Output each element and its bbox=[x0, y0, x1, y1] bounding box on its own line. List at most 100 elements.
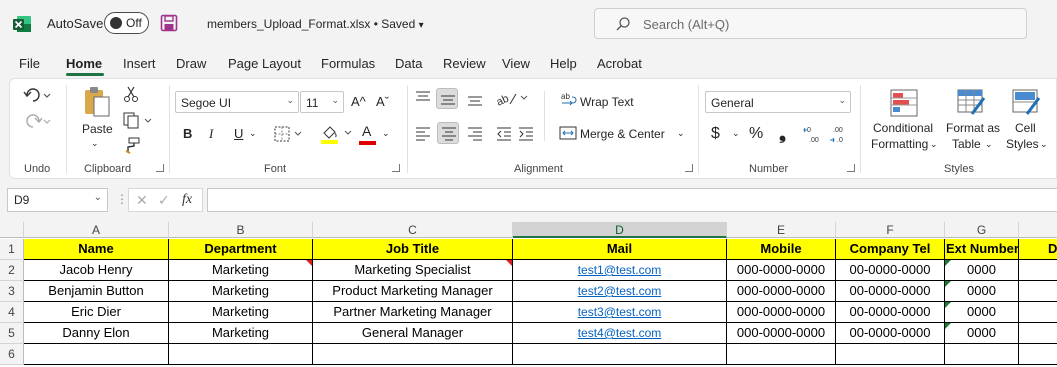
tab-insert[interactable]: Insert bbox=[123, 56, 156, 71]
cell-d4[interactable]: test3@test.com bbox=[513, 302, 727, 323]
tab-file[interactable]: File bbox=[19, 56, 40, 71]
header-cell-h[interactable]: D bbox=[1019, 239, 1057, 260]
cell-c3[interactable]: Product Marketing Manager bbox=[313, 281, 513, 302]
copy-icon[interactable] bbox=[123, 111, 153, 129]
select-all-corner[interactable] bbox=[0, 222, 24, 238]
column-header-f[interactable]: F bbox=[836, 222, 945, 238]
number-format-select[interactable]: General ⌄ bbox=[705, 91, 851, 113]
header-cell-mail[interactable]: Mail bbox=[513, 239, 727, 260]
row-header-6[interactable]: 6 bbox=[0, 344, 24, 365]
cell-d3[interactable]: test2@test.com bbox=[513, 281, 727, 302]
cell-h2[interactable] bbox=[1019, 260, 1057, 281]
comment-indicator-icon[interactable] bbox=[306, 260, 312, 266]
dialog-launcher-icon[interactable] bbox=[156, 164, 164, 172]
format-painter-icon[interactable] bbox=[123, 136, 141, 154]
spreadsheet-grid[interactable]: A B C D E F G 1 2 3 4 5 6 Name Departmen… bbox=[0, 222, 1057, 367]
chevron-down-icon[interactable]: ⌄ bbox=[1040, 139, 1048, 150]
cell-b3[interactable]: Marketing bbox=[169, 281, 313, 302]
paste-icon[interactable] bbox=[82, 85, 112, 119]
cell-f2[interactable]: 00-0000-0000 bbox=[836, 260, 945, 281]
cell-e3[interactable]: 000-0000-0000 bbox=[727, 281, 836, 302]
column-header-c[interactable]: C bbox=[313, 222, 513, 238]
conditional-formatting-icon[interactable] bbox=[889, 88, 919, 118]
error-indicator-icon[interactable] bbox=[945, 281, 951, 287]
tab-formulas[interactable]: Formulas bbox=[321, 56, 375, 71]
font-name-select[interactable]: Segoe UI ⌄ bbox=[175, 91, 299, 113]
cell-f3[interactable]: 00-0000-0000 bbox=[836, 281, 945, 302]
cell-a3[interactable]: Benjamin Button bbox=[24, 281, 169, 302]
comment-indicator-icon[interactable] bbox=[506, 260, 512, 266]
orientation-icon[interactable]: ab bbox=[496, 89, 530, 107]
cell-g5[interactable]: 0000 bbox=[945, 323, 1019, 344]
more-options-icon[interactable]: ⋮ bbox=[116, 192, 128, 206]
tab-acrobat[interactable]: Acrobat bbox=[597, 56, 642, 71]
cell-styles-label-line2[interactable]: Styles bbox=[1006, 137, 1039, 151]
row-header-5[interactable]: 5 bbox=[0, 323, 24, 344]
chevron-down-icon[interactable]: ⌄ bbox=[985, 139, 993, 150]
decrease-decimal-icon[interactable]: .00.0 bbox=[829, 124, 849, 144]
currency-button[interactable]: $ bbox=[711, 125, 720, 143]
cell-g3[interactable]: 0000 bbox=[945, 281, 1019, 302]
cell-styles-icon[interactable] bbox=[1011, 88, 1043, 118]
conditional-formatting-label-line2[interactable]: Formatting bbox=[871, 137, 928, 151]
column-header-g[interactable]: G bbox=[945, 222, 1019, 238]
save-icon[interactable] bbox=[160, 14, 178, 32]
row-header-2[interactable]: 2 bbox=[0, 260, 24, 281]
decrease-indent-icon[interactable] bbox=[496, 125, 512, 141]
dialog-launcher-icon[interactable] bbox=[685, 164, 693, 172]
format-as-table-icon[interactable] bbox=[956, 88, 988, 118]
increase-indent-icon[interactable] bbox=[518, 125, 534, 141]
decrease-font-size-button[interactable]: Aˇ bbox=[376, 94, 389, 109]
header-cell-mobile[interactable]: Mobile bbox=[727, 239, 836, 260]
name-box[interactable]: D9 ⌄ bbox=[7, 188, 108, 212]
tab-home[interactable]: Home bbox=[66, 56, 102, 71]
conditional-formatting-label[interactable]: Conditional bbox=[873, 121, 933, 135]
tab-review[interactable]: Review bbox=[443, 56, 486, 71]
tab-data[interactable]: Data bbox=[395, 56, 422, 71]
cell-e6[interactable] bbox=[727, 344, 836, 365]
header-cell-name[interactable]: Name bbox=[24, 239, 169, 260]
dialog-launcher-icon[interactable] bbox=[847, 164, 855, 172]
column-header-a[interactable]: A bbox=[24, 222, 169, 238]
font-size-select[interactable]: 11 ⌄ bbox=[300, 91, 344, 113]
format-as-table-label-line2[interactable]: Table bbox=[952, 137, 981, 151]
increase-decimal-icon[interactable]: 0.00 bbox=[803, 124, 823, 144]
align-center-button[interactable] bbox=[437, 122, 459, 144]
chevron-down-icon[interactable]: ⌄ bbox=[249, 128, 257, 139]
row-header-1[interactable]: 1 bbox=[0, 239, 24, 260]
middle-align-button[interactable] bbox=[436, 88, 458, 109]
increase-font-size-button[interactable]: A^ bbox=[351, 94, 366, 109]
error-indicator-icon[interactable] bbox=[945, 260, 951, 266]
percent-button[interactable]: % bbox=[749, 125, 763, 143]
underline-button[interactable]: U bbox=[234, 126, 243, 141]
wrap-text-button[interactable]: Wrap Text bbox=[580, 95, 634, 109]
cell-e5[interactable]: 000-0000-0000 bbox=[727, 323, 836, 344]
bold-button[interactable]: B bbox=[183, 126, 192, 141]
bottom-align-icon[interactable] bbox=[467, 91, 483, 107]
cell-b6[interactable] bbox=[169, 344, 313, 365]
merge-center-button[interactable]: Merge & Center bbox=[580, 127, 665, 141]
cell-f4[interactable]: 00-0000-0000 bbox=[836, 302, 945, 323]
cell-e4[interactable]: 000-0000-0000 bbox=[727, 302, 836, 323]
tab-page-layout[interactable]: Page Layout bbox=[228, 56, 301, 71]
cell-a2[interactable]: Jacob Henry bbox=[24, 260, 169, 281]
cell-a4[interactable]: Eric Dier bbox=[24, 302, 169, 323]
cell-f6[interactable] bbox=[836, 344, 945, 365]
chevron-down-icon[interactable]: ⌄ bbox=[930, 139, 938, 150]
header-cell-department[interactable]: Department bbox=[169, 239, 313, 260]
fill-color-icon[interactable] bbox=[320, 124, 354, 144]
column-header-b[interactable]: B bbox=[169, 222, 313, 238]
cell-c2[interactable]: Marketing Specialist bbox=[313, 260, 513, 281]
column-header-e[interactable]: E bbox=[727, 222, 836, 238]
cell-c5[interactable]: General Manager bbox=[313, 323, 513, 344]
cell-c6[interactable] bbox=[313, 344, 513, 365]
cell-d6[interactable] bbox=[513, 344, 727, 365]
cell-c4[interactable]: Partner Marketing Manager bbox=[313, 302, 513, 323]
row-header-3[interactable]: 3 bbox=[0, 281, 24, 302]
row-header-4[interactable]: 4 bbox=[0, 302, 24, 323]
cell-b2[interactable]: Marketing bbox=[169, 260, 313, 281]
chevron-down-icon[interactable]: ⌄ bbox=[91, 138, 99, 149]
wrap-text-icon[interactable]: ab bbox=[561, 92, 579, 108]
cell-h6[interactable] bbox=[1019, 344, 1057, 365]
cancel-icon[interactable]: ✕ bbox=[136, 192, 148, 209]
